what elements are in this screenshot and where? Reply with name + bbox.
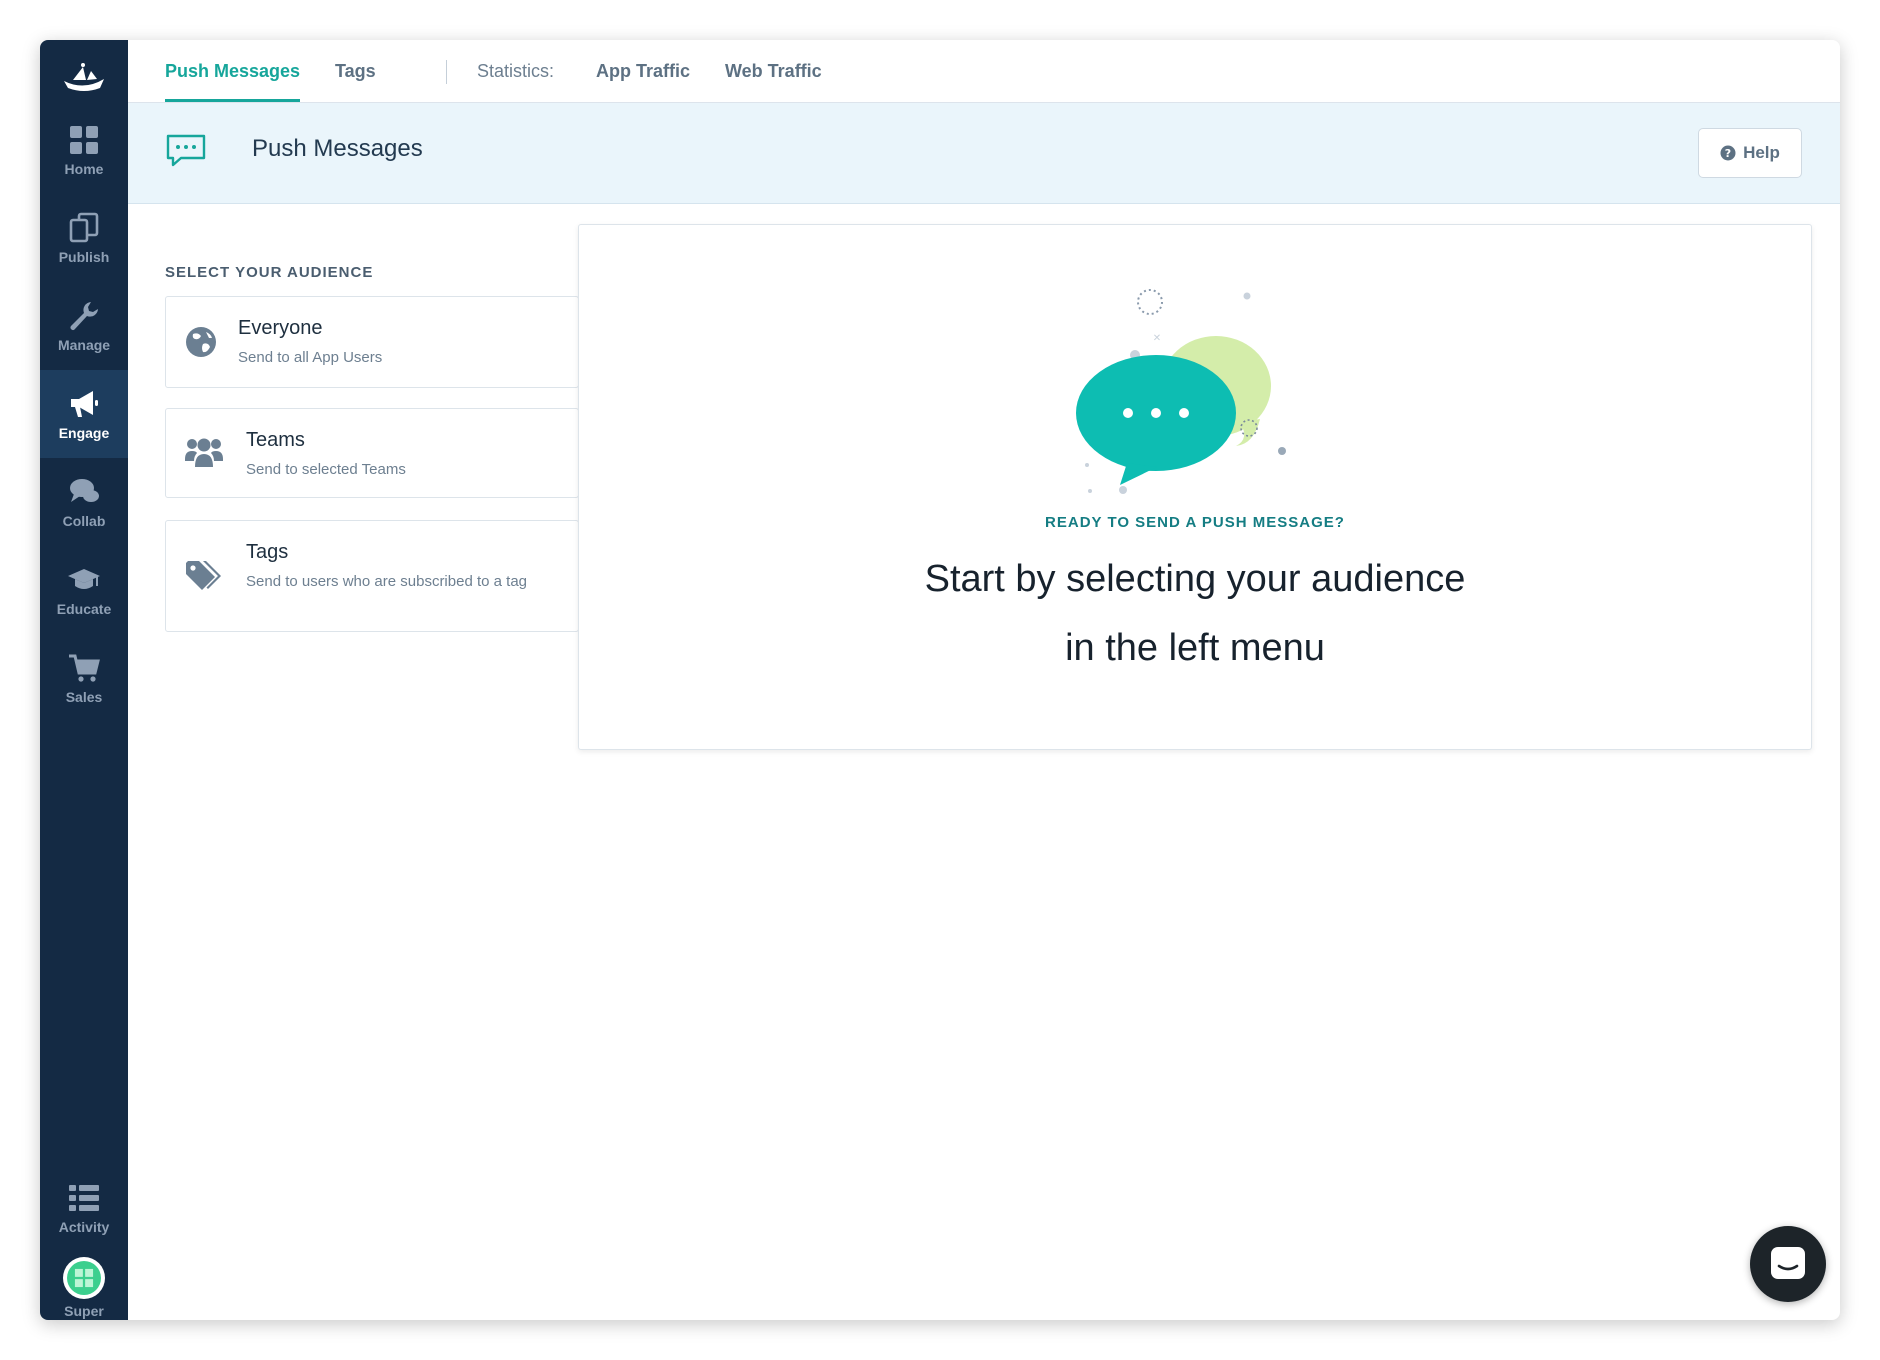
- tab-divider: [446, 60, 447, 84]
- audience-option-tags[interactable]: Tags Send to users who are subscribed to…: [165, 520, 579, 632]
- audience-option-teams[interactable]: Teams Send to selected Teams: [165, 408, 579, 498]
- app-window: Home Publish Manage Engage Collab Educat…: [40, 40, 1840, 1320]
- grid-icon: [70, 126, 98, 154]
- users-icon: [185, 438, 223, 467]
- audience-title: Teams: [246, 429, 305, 451]
- sidebar-item-educate[interactable]: Educate: [40, 546, 128, 634]
- sidebar-item-label: Super: [64, 1303, 104, 1319]
- sidebar-item-label: Engage: [58, 425, 110, 441]
- sidebar-item-label: Sales: [65, 689, 103, 705]
- audience-option-everyone[interactable]: Everyone Send to all App Users: [165, 296, 579, 388]
- tab-app-traffic[interactable]: App Traffic: [596, 40, 690, 102]
- sidebar-item-manage[interactable]: Manage: [40, 282, 128, 370]
- chat-support-icon: [1771, 1247, 1805, 1279]
- sidebar-item-home[interactable]: Home: [40, 106, 128, 194]
- tab-tags[interactable]: Tags: [335, 40, 376, 102]
- sidebar-item-publish[interactable]: Publish: [40, 194, 128, 282]
- page-header: Push Messages ? Help: [128, 103, 1840, 204]
- sidebar-item-activity[interactable]: Activity: [40, 1164, 128, 1252]
- chat-icon: [70, 479, 99, 502]
- help-label: Help: [1743, 143, 1780, 162]
- tab-web-traffic[interactable]: Web Traffic: [725, 40, 822, 102]
- sidebar-item-label: Home: [64, 161, 104, 177]
- audience-subtitle: Send to all App Users: [238, 349, 383, 366]
- list-icon: [69, 1185, 99, 1211]
- sidebar-item-label: Activity: [58, 1219, 110, 1235]
- avatar-pattern-icon: [67, 1261, 101, 1295]
- empty-state-line-2: in the left menu: [1065, 627, 1325, 669]
- page-title: Push Messages: [252, 135, 423, 162]
- sidebar-item-label: Educate: [56, 601, 112, 617]
- sidebar-item-engage[interactable]: Engage: [40, 370, 128, 458]
- sidebar-item-collab[interactable]: Collab: [40, 458, 128, 546]
- help-button[interactable]: ? Help: [1698, 128, 1802, 178]
- statistics-label: Statistics:: [477, 61, 555, 81]
- tag-icon: [186, 561, 221, 590]
- audience-subtitle: Send to users who are subscribed to a ta…: [246, 573, 528, 590]
- audience-title: Tags: [246, 541, 289, 563]
- chat-bubbles-illustration-icon: ✕: [1076, 289, 1286, 494]
- sidebar: Home Publish Manage Engage Collab Educat…: [40, 40, 128, 1320]
- copy-icon: [69, 212, 99, 243]
- sidebar-item-label: Publish: [58, 249, 110, 265]
- empty-state-message: Start by selecting your audience in the …: [579, 545, 1811, 683]
- sidebar-item-label: Collab: [62, 513, 106, 529]
- support-chat-button[interactable]: [1750, 1226, 1826, 1302]
- svg-text:✕: ✕: [1153, 333, 1161, 344]
- graduation-cap-icon: [68, 569, 100, 589]
- message-bubble-icon: [166, 134, 206, 167]
- sidebar-item-label: Manage: [57, 337, 111, 353]
- globe-icon: [186, 327, 216, 357]
- question-circle-icon: ?: [1720, 145, 1736, 161]
- sidebar-item-super[interactable]: Super: [40, 1252, 128, 1320]
- svg-text:?: ?: [1725, 147, 1731, 160]
- audience-title: Everyone: [238, 317, 323, 339]
- audience-section-label: SELECT YOUR AUDIENCE: [165, 264, 374, 281]
- empty-state-card: ✕ READY TO SEND A PUSH MESSAGE? Start by…: [578, 224, 1812, 750]
- avatar: [63, 1257, 105, 1299]
- audience-subtitle: Send to selected Teams: [246, 461, 406, 478]
- sidebar-item-sales[interactable]: Sales: [40, 634, 128, 722]
- empty-state-kicker: READY TO SEND A PUSH MESSAGE?: [1045, 514, 1345, 531]
- megaphone-icon: [71, 391, 98, 417]
- tab-push-messages[interactable]: Push Messages: [165, 40, 301, 102]
- app-logo[interactable]: [40, 50, 128, 106]
- boat-logo-icon: [64, 63, 104, 91]
- top-tabs: Push Messages Tags Statistics: App Traff…: [128, 40, 1840, 103]
- empty-state-line-1: Start by selecting your audience: [924, 558, 1466, 600]
- cart-icon: [69, 654, 100, 682]
- wrench-icon: [70, 302, 98, 330]
